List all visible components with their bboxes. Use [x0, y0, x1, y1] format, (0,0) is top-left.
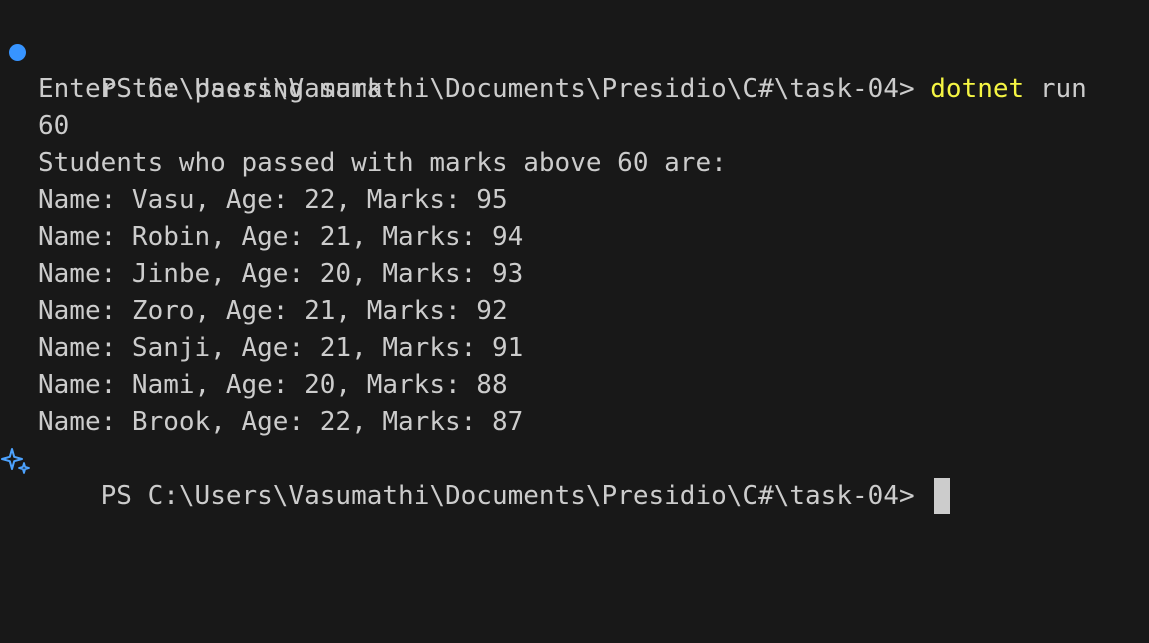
- command-decoration[interactable]: [0, 441, 38, 478]
- output-line: Enter the passing mark:: [38, 74, 399, 104]
- command-decoration[interactable]: [0, 34, 38, 71]
- output-line: Name: Brook, Age: 22, Marks: 87: [38, 407, 524, 437]
- output-line: Name: Jinbe, Age: 20, Marks: 93: [38, 259, 524, 289]
- status-dot-icon[interactable]: [8, 44, 26, 61]
- prompt-line-current[interactable]: PS C:\Users\Vasumathi\Documents\Presidio…: [0, 441, 1149, 514]
- output-line: Name: Nami, Age: 20, Marks: 88: [38, 370, 508, 400]
- output-line: Name: Vasu, Age: 22, Marks: 95: [38, 185, 508, 215]
- prompt-line-command: PS C:\Users\Vasumathi\Documents\Presidio…: [0, 34, 1149, 104]
- output-line: Name: Zoro, Age: 21, Marks: 92: [38, 296, 508, 326]
- text-cursor: [934, 477, 951, 514]
- output-line: Name: Sanji, Age: 21, Marks: 91: [38, 333, 524, 363]
- output-line: Name: Robin, Age: 21, Marks: 94: [38, 222, 524, 252]
- terminal-panel[interactable]: PS C:\Users\Vasumathi\Documents\Presidio…: [0, 0, 1149, 643]
- prompt-text: PS C:\Users\Vasumathi\Documents\Presidio…: [100, 481, 931, 511]
- sparkle-icon[interactable]: [1, 444, 33, 476]
- output-line: 60: [38, 111, 70, 141]
- output-line: Students who passed with marks above 60 …: [38, 148, 727, 178]
